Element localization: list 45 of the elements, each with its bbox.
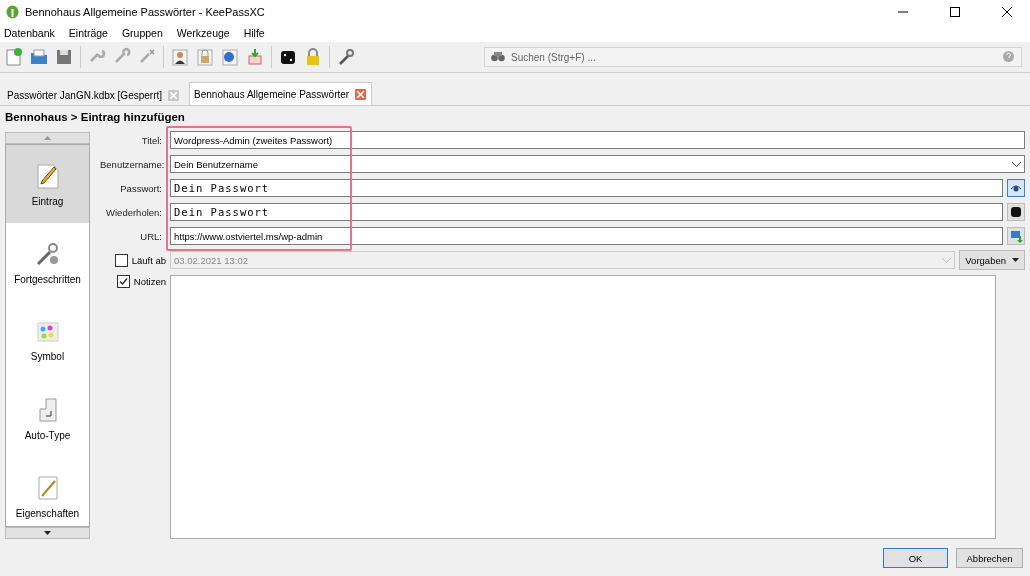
input-field[interactable]: Wordpress-Admin (zweites Passwort) — [170, 131, 1025, 149]
show-password-button[interactable] — [1007, 179, 1025, 197]
field-label: Wiederholen: — [105, 206, 162, 218]
binoculars-icon — [491, 51, 505, 62]
field-label: URL: — [139, 230, 162, 242]
field-label: Benutzername: — [100, 158, 162, 170]
down-arrow-icon — [44, 531, 51, 535]
pencil-icon — [34, 161, 61, 190]
input-field[interactable]: Dein Passwort — [170, 203, 1003, 221]
page-heading: Bennohaus > Eintrag hinzufügen — [4, 110, 186, 125]
search-field[interactable]: Suchen (Strg+F) ... — [484, 47, 1022, 67]
dice-icon — [1010, 206, 1022, 218]
menu-item[interactable]: Einträge — [68, 27, 108, 39]
field-label: Passwort: — [119, 182, 162, 194]
maximize-icon — [950, 7, 960, 17]
input-field[interactable]: Dein Passwort — [170, 179, 1003, 197]
pencil-note-icon — [35, 473, 60, 502]
notes-checkbox[interactable]: Notizen — [116, 275, 166, 288]
menu-item[interactable]: Werkzeuge — [176, 27, 230, 39]
close-tab-icon[interactable] — [355, 88, 367, 100]
notes-field[interactable] — [170, 275, 996, 539]
generate-password-button[interactable] — [1007, 203, 1025, 221]
database-tab[interactable]: Bennohaus Allgemeine Passwörter — [189, 82, 373, 105]
caret-icon — [1012, 258, 1019, 262]
eye-icon — [1010, 183, 1022, 193]
app-logo-icon — [6, 5, 19, 19]
username-combo[interactable]: Dein Benutzername — [170, 155, 1025, 173]
dialog-button[interactable]: Abbrechen — [956, 548, 1023, 568]
dialog-button[interactable]: OK — [883, 548, 948, 568]
close-icon — [1002, 7, 1012, 17]
menu-item[interactable]: Hilfe — [243, 27, 265, 39]
menu-item[interactable]: Gruppen — [121, 27, 163, 39]
scroll-down-button[interactable] — [5, 527, 90, 539]
menu-item[interactable]: Datenbank — [4, 27, 55, 39]
help-icon[interactable] — [1003, 51, 1014, 62]
screen-arrow-icon — [1009, 229, 1023, 243]
sidebar-item[interactable]: Eintrag — [6, 145, 89, 223]
scroll-up-button[interactable] — [5, 132, 90, 144]
download-favicon-button[interactable] — [1007, 227, 1025, 245]
check-icon — [118, 277, 128, 286]
field-label: Titel: — [140, 134, 162, 146]
input-field[interactable]: https://www.ostviertel.ms/wp-admin — [170, 227, 1003, 245]
close-tab-icon[interactable] — [168, 89, 180, 101]
up-arrow-icon — [44, 136, 51, 140]
window-title: Bennohaus Allgemeine Passwörter - KeePassXC — [25, 6, 266, 18]
